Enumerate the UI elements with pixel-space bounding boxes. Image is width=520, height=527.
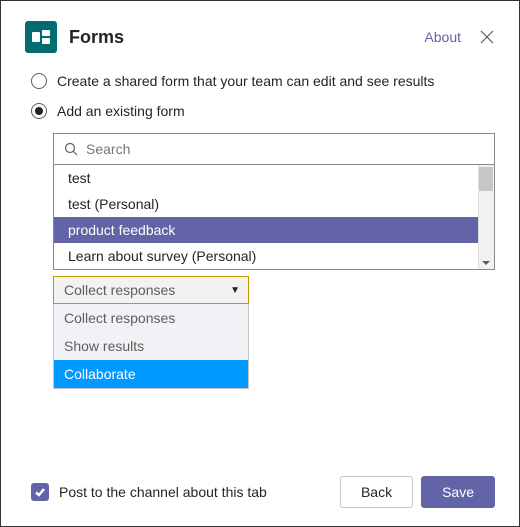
footer-buttons: Back Save: [340, 476, 495, 508]
scrollbar[interactable]: [478, 165, 494, 269]
action-select[interactable]: Collect responses ▼: [53, 276, 249, 304]
existing-form-area: test test (Personal) product feedback Le…: [25, 133, 495, 389]
close-button[interactable]: [479, 29, 495, 45]
post-checkbox[interactable]: [31, 483, 49, 501]
save-button[interactable]: Save: [421, 476, 495, 508]
dialog-title: Forms: [69, 27, 124, 48]
forms-glyph-icon: [32, 30, 50, 44]
search-box[interactable]: [53, 133, 495, 165]
radio-checked-icon: [31, 103, 47, 119]
action-option[interactable]: Collect responses: [54, 304, 248, 332]
dialog-header: Forms About: [25, 21, 495, 53]
list-item[interactable]: test (Personal): [54, 191, 494, 217]
about-link[interactable]: About: [424, 29, 461, 45]
header-actions: About: [424, 29, 495, 45]
search-icon: [64, 142, 78, 156]
option-add-label: Add an existing form: [57, 103, 185, 119]
action-option[interactable]: Collaborate: [54, 360, 248, 388]
scrollbar-thumb[interactable]: [479, 167, 493, 191]
forms-tab-dialog: Forms About Create a shared form that yo…: [0, 0, 520, 527]
chevron-down-icon: [482, 259, 490, 267]
option-add-existing[interactable]: Add an existing form: [25, 103, 495, 119]
action-select-value: Collect responses: [64, 282, 175, 298]
list-item[interactable]: Learn about survey (Personal): [54, 243, 494, 269]
form-list: test test (Personal) product feedback Le…: [53, 165, 495, 270]
radio-unchecked-icon: [31, 73, 47, 89]
close-icon: [480, 30, 494, 44]
caret-down-icon: ▼: [230, 285, 240, 296]
back-button[interactable]: Back: [340, 476, 413, 508]
action-dropdown: Collect responses Show results Collabora…: [53, 304, 249, 389]
search-input[interactable]: [86, 141, 484, 157]
forms-app-icon: [25, 21, 57, 53]
action-option[interactable]: Show results: [54, 332, 248, 360]
list-item[interactable]: product feedback: [54, 217, 494, 243]
list-item[interactable]: test: [54, 165, 494, 191]
option-create-form[interactable]: Create a shared form that your team can …: [25, 73, 495, 89]
dialog-footer: Post to the channel about this tab Back …: [25, 476, 495, 508]
post-checkbox-label: Post to the channel about this tab: [59, 484, 267, 500]
option-create-label: Create a shared form that your team can …: [57, 73, 434, 89]
checkmark-icon: [34, 486, 46, 498]
